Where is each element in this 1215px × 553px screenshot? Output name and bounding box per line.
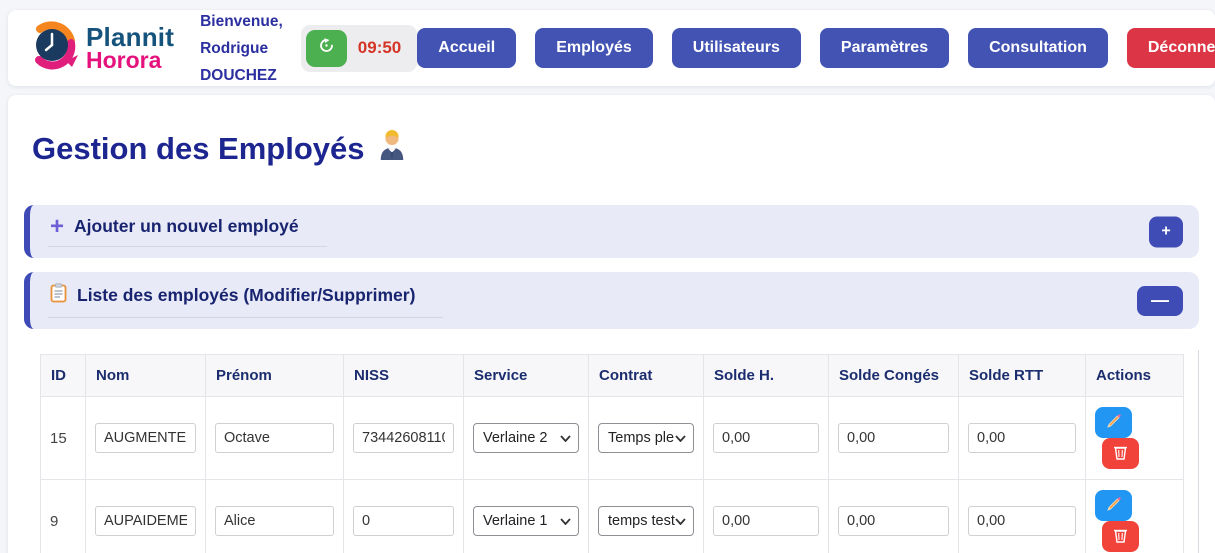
nav-deconnexion-button[interactable]: Déconnexion (1127, 28, 1215, 68)
table-row: 15 Verlaine 2 Temps plein (41, 397, 1184, 480)
welcome-line1: Bienvenue, Rodrigue (200, 8, 283, 62)
col-solde-conges: Solde Congés (829, 355, 959, 397)
col-niss: NISS (344, 355, 464, 397)
pencil-icon (1106, 496, 1122, 515)
welcome-message: Bienvenue, Rodrigue DOUCHEZ (200, 8, 283, 89)
chevron-down-icon (560, 430, 571, 446)
edit-button[interactable] (1095, 490, 1132, 521)
prenom-input[interactable] (215, 506, 334, 536)
clock-refresh-icon (318, 37, 335, 59)
table-row: 9 Verlaine 1 temps test (41, 480, 1184, 553)
niss-input[interactable] (353, 506, 454, 536)
col-service: Service (464, 355, 589, 397)
chevron-down-icon (675, 430, 686, 446)
table-scrollbar-track[interactable] (1198, 350, 1199, 553)
nav-employes-button[interactable]: Employés (535, 28, 653, 68)
solde-rtt-input[interactable] (968, 423, 1076, 453)
table-header-row: ID Nom Prénom NISS Service Contrat Solde… (41, 355, 1184, 397)
nom-input[interactable] (95, 506, 196, 536)
delete-button[interactable] (1102, 521, 1139, 552)
contrat-select[interactable]: Temps plein (598, 423, 694, 453)
employee-table: ID Nom Prénom NISS Service Contrat Solde… (40, 354, 1184, 553)
edit-button[interactable] (1095, 407, 1132, 438)
col-id: ID (41, 355, 86, 397)
panel-add-title-row: + Ajouter un nouvel employé (48, 216, 327, 247)
nav-parametres-button[interactable]: Paramètres (820, 28, 949, 68)
niss-input[interactable] (353, 423, 454, 453)
employee-table-wrap: ID Nom Prénom NISS Service Contrat Solde… (40, 354, 1183, 553)
trash-icon (1113, 527, 1128, 546)
page-title: Gestion des Employés (32, 129, 1199, 169)
col-solde-h: Solde H. (704, 355, 829, 397)
brand-logo: Plannit Horora (26, 19, 174, 78)
employee-id: 15 (41, 397, 86, 480)
brand-name-bottom: Horora (86, 49, 174, 72)
clipboard-icon (50, 283, 67, 308)
main-nav: Accueil Employés Utilisateurs Paramètres… (417, 28, 1215, 68)
col-prenom: Prénom (206, 355, 344, 397)
page-title-text: Gestion des Employés (32, 131, 365, 167)
panel-list-title-row: Liste des employés (Modifier/Supprimer) (48, 283, 443, 318)
trash-icon (1113, 444, 1128, 463)
solde-rtt-input[interactable] (968, 506, 1076, 536)
nav-consultation-button[interactable]: Consultation (968, 28, 1108, 68)
plus-icon: + (50, 218, 64, 236)
solde-h-input[interactable] (713, 423, 819, 453)
col-actions: Actions (1086, 355, 1184, 397)
service-select[interactable]: Verlaine 1 (473, 506, 579, 536)
timer-refresh-button[interactable] (306, 30, 347, 67)
panel-employee-list[interactable]: Liste des employés (Modifier/Supprimer) … (24, 272, 1199, 329)
prenom-input[interactable] (215, 423, 334, 453)
delete-button[interactable] (1102, 438, 1139, 469)
main-content: Gestion des Employés + Ajouter un nouvel… (8, 95, 1215, 553)
timer-value: 09:50 (358, 38, 401, 58)
session-timer: 09:50 (301, 25, 417, 72)
brand-name: Plannit Horora (86, 24, 174, 72)
panel-add-toggle-button[interactable]: + (1149, 216, 1183, 247)
pencil-icon (1106, 413, 1122, 432)
panel-add-employee[interactable]: + Ajouter un nouvel employé + (24, 205, 1199, 258)
col-nom: Nom (86, 355, 206, 397)
col-contrat: Contrat (589, 355, 704, 397)
service-select[interactable]: Verlaine 2 (473, 423, 579, 453)
solde-conges-input[interactable] (838, 423, 949, 453)
contrat-select[interactable]: temps test (598, 506, 694, 536)
nav-utilisateurs-button[interactable]: Utilisateurs (672, 28, 801, 68)
chevron-down-icon (560, 513, 571, 529)
welcome-line2: DOUCHEZ (200, 62, 283, 89)
nom-input[interactable] (95, 423, 196, 453)
panel-add-title: Ajouter un nouvel employé (74, 216, 299, 237)
panel-list-toggle-button[interactable]: — (1137, 286, 1183, 316)
clock-logo-icon (26, 19, 80, 78)
solde-h-input[interactable] (713, 506, 819, 536)
chevron-down-icon (675, 513, 686, 529)
employee-id: 9 (41, 480, 86, 553)
solde-conges-input[interactable] (838, 506, 949, 536)
office-worker-icon (377, 129, 407, 169)
nav-accueil-button[interactable]: Accueil (417, 28, 516, 68)
panel-list-title: Liste des employés (Modifier/Supprimer) (77, 285, 415, 306)
col-solde-rtt: Solde RTT (959, 355, 1086, 397)
top-header: Plannit Horora Bienvenue, Rodrigue DOUCH… (8, 10, 1215, 86)
